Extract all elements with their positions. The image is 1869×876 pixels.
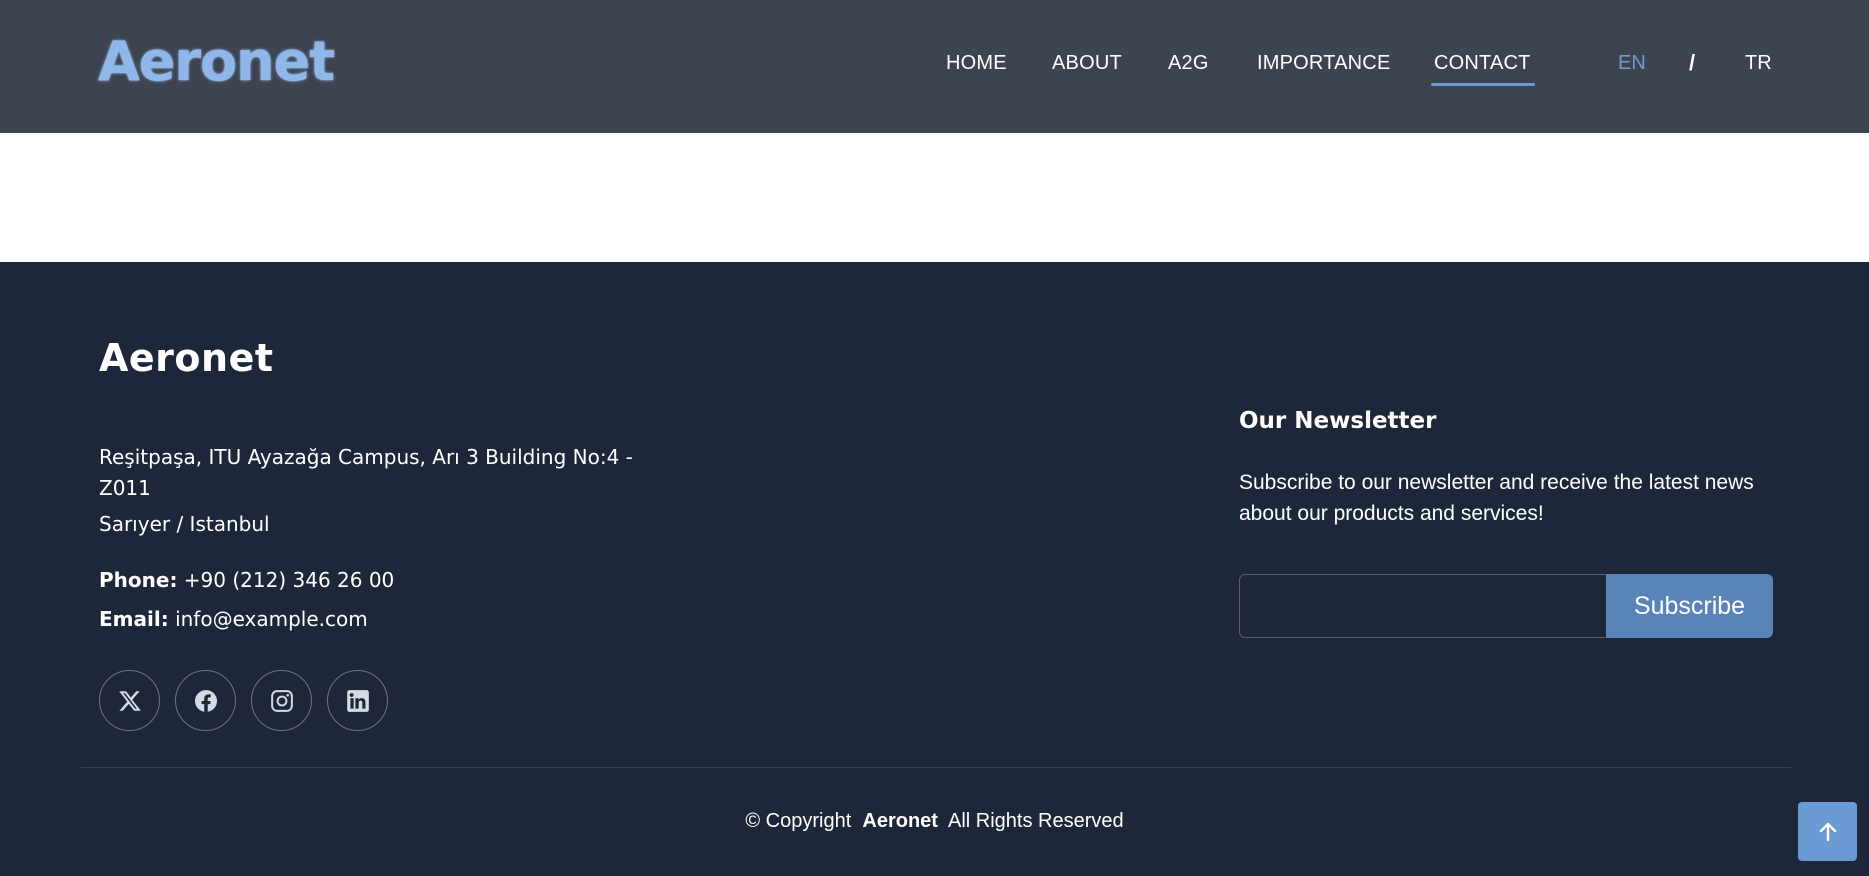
copyright: © Copyright Aeronet All Rights Reserved bbox=[0, 810, 1869, 833]
email-label: Email: bbox=[99, 607, 169, 631]
nav-home[interactable]: HOME bbox=[946, 52, 1007, 75]
footer-divider bbox=[81, 767, 1791, 768]
phone-label: Phone: bbox=[99, 568, 178, 592]
nav-importance[interactable]: IMPORTANCE bbox=[1257, 52, 1391, 75]
phone-value: +90 (212) 346 26 00 bbox=[183, 568, 395, 592]
newsletter-title: Our Newsletter bbox=[1239, 408, 1437, 434]
footer-address: Reşitpaşa, ITU Ayazağa Campus, Arı 3 Bui… bbox=[99, 445, 633, 500]
footer-phone: Phone: +90 (212) 346 26 00 bbox=[99, 568, 394, 592]
instagram-link[interactable] bbox=[251, 670, 312, 731]
x-icon bbox=[118, 690, 141, 711]
lang-separator: / bbox=[1689, 50, 1696, 75]
copyright-brand: Aeronet bbox=[862, 810, 938, 832]
main-nav: HOME ABOUT A2G IMPORTANCE CONTACT bbox=[0, 52, 1869, 86]
subscribe-button[interactable]: Subscribe bbox=[1606, 574, 1773, 638]
site-header: Aeronet HOME ABOUT A2G IMPORTANCE CONTAC… bbox=[0, 0, 1869, 133]
arrow-up-icon bbox=[1819, 822, 1836, 841]
footer-email: Email: info@example.com bbox=[99, 607, 368, 631]
footer-city: Sarıyer / Istanbul bbox=[99, 512, 270, 536]
newsletter-form: Subscribe bbox=[1239, 574, 1773, 638]
newsletter-text: Subscribe to our newsletter and receive … bbox=[1239, 471, 1754, 525]
back-to-top-button[interactable] bbox=[1798, 802, 1857, 861]
copyright-suffix: All Rights Reserved bbox=[947, 810, 1124, 832]
nav-about[interactable]: ABOUT bbox=[1052, 52, 1122, 75]
nav-a2g[interactable]: A2G bbox=[1168, 52, 1209, 75]
x-link[interactable] bbox=[99, 670, 160, 731]
footer-brand: Aeronet bbox=[99, 336, 274, 380]
email-value[interactable]: info@example.com bbox=[175, 607, 368, 631]
lang-en[interactable]: EN bbox=[1618, 52, 1646, 75]
nav-contact[interactable]: CONTACT bbox=[1431, 52, 1535, 86]
linkedin-icon bbox=[346, 689, 369, 712]
site-footer: Aeronet Reşitpaşa, ITU Ayazağa Campus, A… bbox=[0, 262, 1869, 876]
newsletter-email-input[interactable] bbox=[1239, 574, 1609, 638]
facebook-icon bbox=[194, 689, 217, 712]
copyright-prefix: © Copyright bbox=[745, 810, 852, 832]
content-area bbox=[0, 133, 1869, 262]
linkedin-link[interactable] bbox=[327, 670, 388, 731]
lang-tr[interactable]: TR bbox=[1745, 52, 1772, 75]
instagram-icon bbox=[270, 689, 293, 712]
facebook-link[interactable] bbox=[175, 670, 236, 731]
social-links bbox=[99, 670, 388, 731]
